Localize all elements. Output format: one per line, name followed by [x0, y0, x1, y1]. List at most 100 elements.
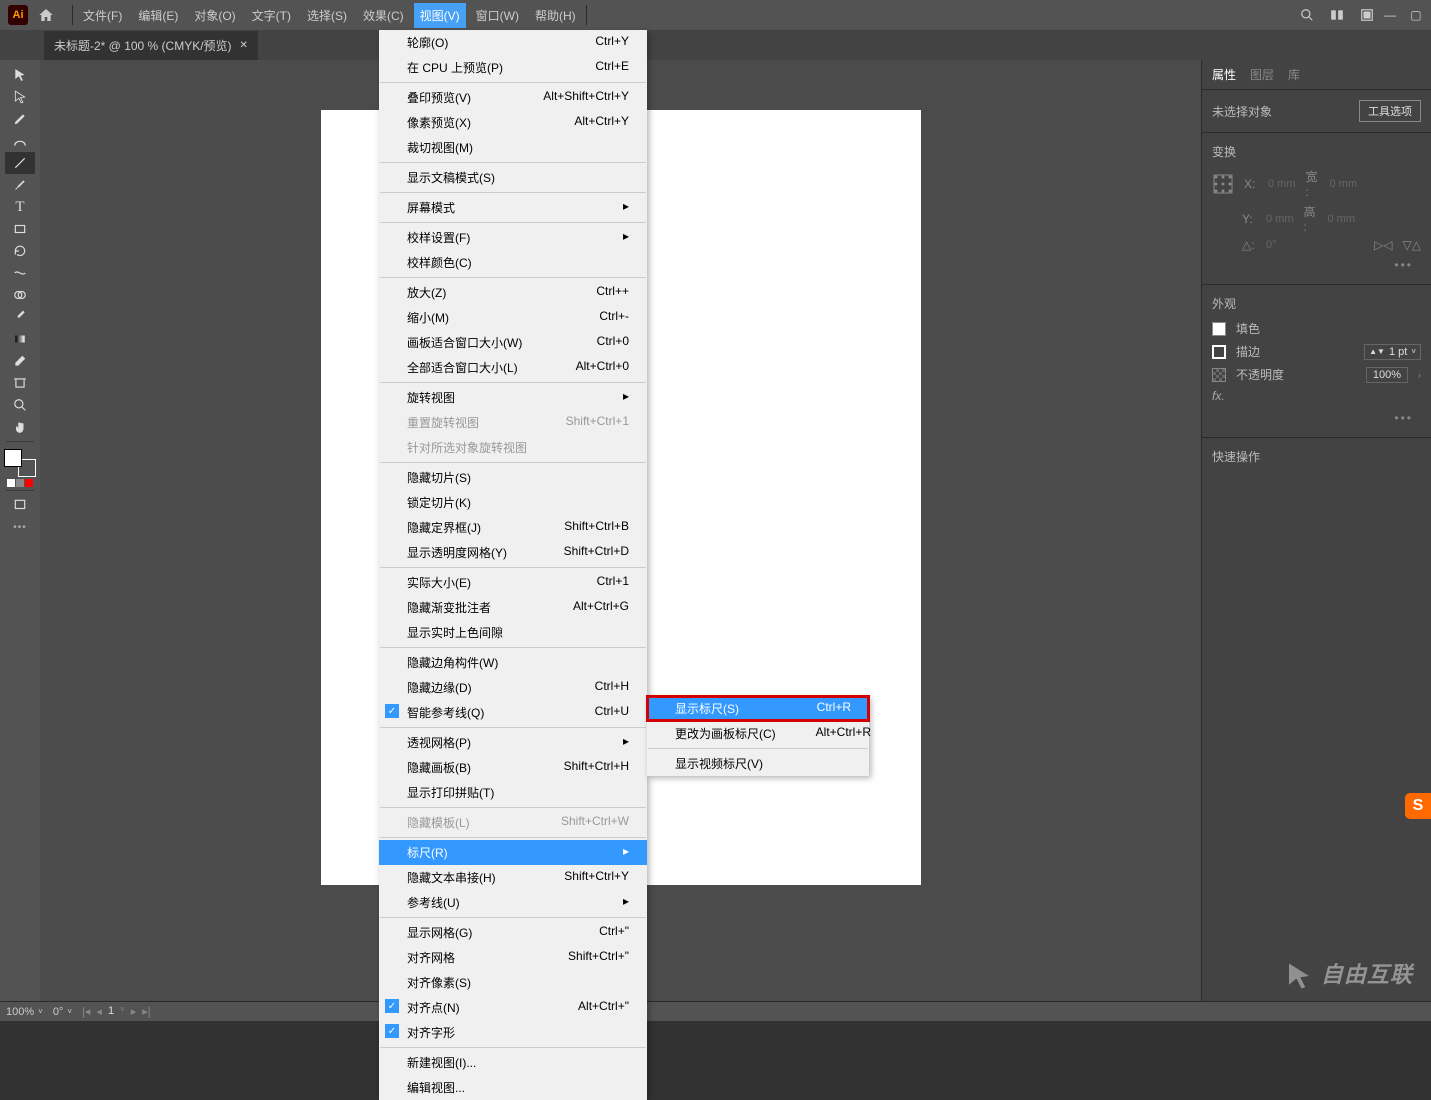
flip-v-icon[interactable]: ▽△	[1403, 238, 1421, 252]
menubar-item[interactable]: 帮助(H)	[529, 3, 582, 28]
rectangle-tool[interactable]	[5, 218, 35, 240]
menu-item[interactable]: 实际大小(E)Ctrl+1	[379, 570, 647, 595]
curvature-tool[interactable]	[5, 130, 35, 152]
type-tool[interactable]: T	[5, 196, 35, 218]
hand-tool[interactable]	[5, 416, 35, 438]
y-value[interactable]: 0 mm	[1266, 213, 1294, 225]
menubar-item[interactable]: 窗口(W)	[470, 3, 525, 28]
submenu-item[interactable]: 更改为画板标尺(C)Alt+Ctrl+R	[647, 721, 869, 746]
document-tab[interactable]: 未标题-2* @ 100 % (CMYK/预览) ✕	[44, 31, 258, 60]
menu-item[interactable]: 对齐像素(S)	[379, 970, 647, 995]
menu-item[interactable]: 对齐网格Shift+Ctrl+"	[379, 945, 647, 970]
menu-item[interactable]: 隐藏渐变批注者Alt+Ctrl+G	[379, 595, 647, 620]
workspace-icon[interactable]	[1359, 7, 1375, 23]
brush-tool[interactable]	[5, 174, 35, 196]
tab-properties[interactable]: 属性	[1212, 66, 1236, 83]
zoom-value[interactable]: 100%	[6, 1006, 34, 1018]
arrange-icon[interactable]	[1329, 7, 1345, 23]
menu-item[interactable]: 新建视图(I)...	[379, 1050, 647, 1075]
menu-item[interactable]: 屏幕模式▸	[379, 195, 647, 220]
menu-item[interactable]: 轮廓(O)Ctrl+Y	[379, 30, 647, 55]
menu-item[interactable]: 叠印预览(V)Alt+Shift+Ctrl+Y	[379, 85, 647, 110]
submenu-item[interactable]: 显示视频标尺(V)	[647, 751, 869, 776]
menu-item[interactable]: 校样颜色(C)	[379, 250, 647, 275]
menu-item[interactable]: 隐藏画板(B)Shift+Ctrl+H	[379, 755, 647, 780]
menu-item[interactable]: 隐藏边缘(D)Ctrl+H	[379, 675, 647, 700]
artboard-tool[interactable]	[5, 372, 35, 394]
color-swatches[interactable]	[4, 449, 36, 477]
fill-swatch[interactable]	[1212, 322, 1226, 336]
menu-item[interactable]: 隐藏切片(S)	[379, 465, 647, 490]
more-options-icon[interactable]: •••	[1212, 409, 1421, 427]
width-tool[interactable]	[5, 262, 35, 284]
rotate-tool[interactable]	[5, 240, 35, 262]
menubar-item[interactable]: 文字(T)	[246, 3, 297, 28]
selection-tool[interactable]	[5, 64, 35, 86]
x-value[interactable]: 0 mm	[1268, 178, 1296, 190]
menubar-item[interactable]: 视图(V)	[414, 3, 466, 28]
zoom-tool[interactable]	[5, 394, 35, 416]
menu-item[interactable]: 编辑视图...	[379, 1075, 647, 1100]
reference-point-icon[interactable]	[1212, 173, 1234, 195]
menu-item[interactable]: 在 CPU 上预览(P)Ctrl+E	[379, 55, 647, 80]
zoom-dropdown-icon[interactable]: ˅	[38, 1007, 43, 1016]
menu-item[interactable]: 显示透明度网格(Y)Shift+Ctrl+D	[379, 540, 647, 565]
menubar-item[interactable]: 对象(O)	[188, 3, 241, 28]
height-value[interactable]: 0 mm	[1328, 213, 1356, 225]
menu-item[interactable]: 显示打印拼贴(T)	[379, 780, 647, 805]
gradient-tool[interactable]	[5, 328, 35, 350]
opacity-value[interactable]: 100%	[1366, 367, 1408, 383]
menu-item[interactable]: 对齐字形	[379, 1020, 647, 1045]
fx-label[interactable]: fx.	[1212, 389, 1225, 403]
direct-selection-tool[interactable]	[5, 86, 35, 108]
edit-toolbar[interactable]: •••	[5, 516, 35, 538]
menubar-item[interactable]: 效果(C)	[357, 3, 410, 28]
width-value[interactable]: 0 mm	[1330, 178, 1358, 190]
menu-item[interactable]: 标尺(R)▸	[379, 840, 647, 865]
menu-item[interactable]: 裁切视图(M)	[379, 135, 647, 160]
flip-h-icon[interactable]: ▷◁	[1374, 238, 1392, 252]
menu-item[interactable]: 画板适合窗口大小(W)Ctrl+0	[379, 330, 647, 355]
menubar-item[interactable]: 编辑(E)	[132, 3, 184, 28]
menu-item[interactable]: 放大(Z)Ctrl++	[379, 280, 647, 305]
menu-item[interactable]: 锁定切片(K)	[379, 490, 647, 515]
eyedropper-tool[interactable]	[5, 306, 35, 328]
angle-value[interactable]: 0°	[1266, 239, 1277, 251]
tool-options-button[interactable]: 工具选项	[1359, 100, 1421, 122]
menu-item[interactable]: 校样设置(F)▸	[379, 225, 647, 250]
menu-item[interactable]: 智能参考线(Q)Ctrl+U	[379, 700, 647, 725]
stroke-swatch[interactable]	[1212, 345, 1226, 359]
menu-item[interactable]: 全部适合窗口大小(L)Alt+Ctrl+0	[379, 355, 647, 380]
stroke-weight-input[interactable]: ▲▼1 pt˅	[1364, 344, 1421, 360]
menu-item[interactable]: 显示网格(G)Ctrl+"	[379, 920, 647, 945]
tab-libraries[interactable]: 库	[1288, 66, 1300, 83]
artboard-nav[interactable]: |◂◂ 1 ˅ ▸▸|	[82, 1005, 157, 1018]
sogou-ime-icon[interactable]: S	[1405, 793, 1431, 819]
maximize-icon[interactable]: ▢	[1410, 7, 1421, 23]
rotation-value[interactable]: 0°	[53, 1006, 64, 1018]
menu-item[interactable]: 隐藏文本串接(H)Shift+Ctrl+Y	[379, 865, 647, 890]
home-icon[interactable]	[36, 5, 56, 25]
submenu-item[interactable]: 显示标尺(S)Ctrl+R	[647, 696, 869, 721]
menu-item[interactable]: 透视网格(P)▸	[379, 730, 647, 755]
menu-item[interactable]: 隐藏边角构件(W)	[379, 650, 647, 675]
line-tool[interactable]	[5, 152, 35, 174]
menu-item[interactable]: 缩小(M)Ctrl+-	[379, 305, 647, 330]
menu-item[interactable]: 显示文稿模式(S)	[379, 165, 647, 190]
menu-item[interactable]: 像素预览(X)Alt+Ctrl+Y	[379, 110, 647, 135]
minimize-icon[interactable]: —	[1384, 7, 1396, 23]
menu-item[interactable]: 显示实时上色间隙	[379, 620, 647, 645]
screen-mode-tool[interactable]	[5, 494, 35, 516]
pen-tool[interactable]	[5, 108, 35, 130]
mini-swatches[interactable]	[7, 479, 33, 487]
opacity-swatch[interactable]	[1212, 368, 1226, 382]
search-icon[interactable]	[1299, 7, 1315, 23]
menu-item[interactable]: 旋转视图▸	[379, 385, 647, 410]
rotation-dropdown-icon[interactable]: ˅	[67, 1007, 72, 1016]
menubar-item[interactable]: 文件(F)	[77, 3, 128, 28]
menu-item[interactable]: 隐藏定界框(J)Shift+Ctrl+B	[379, 515, 647, 540]
eraser-tool[interactable]	[5, 350, 35, 372]
tab-close-icon[interactable]: ✕	[240, 40, 248, 51]
menubar-item[interactable]: 选择(S)	[301, 3, 353, 28]
tab-layers[interactable]: 图层	[1250, 66, 1274, 83]
